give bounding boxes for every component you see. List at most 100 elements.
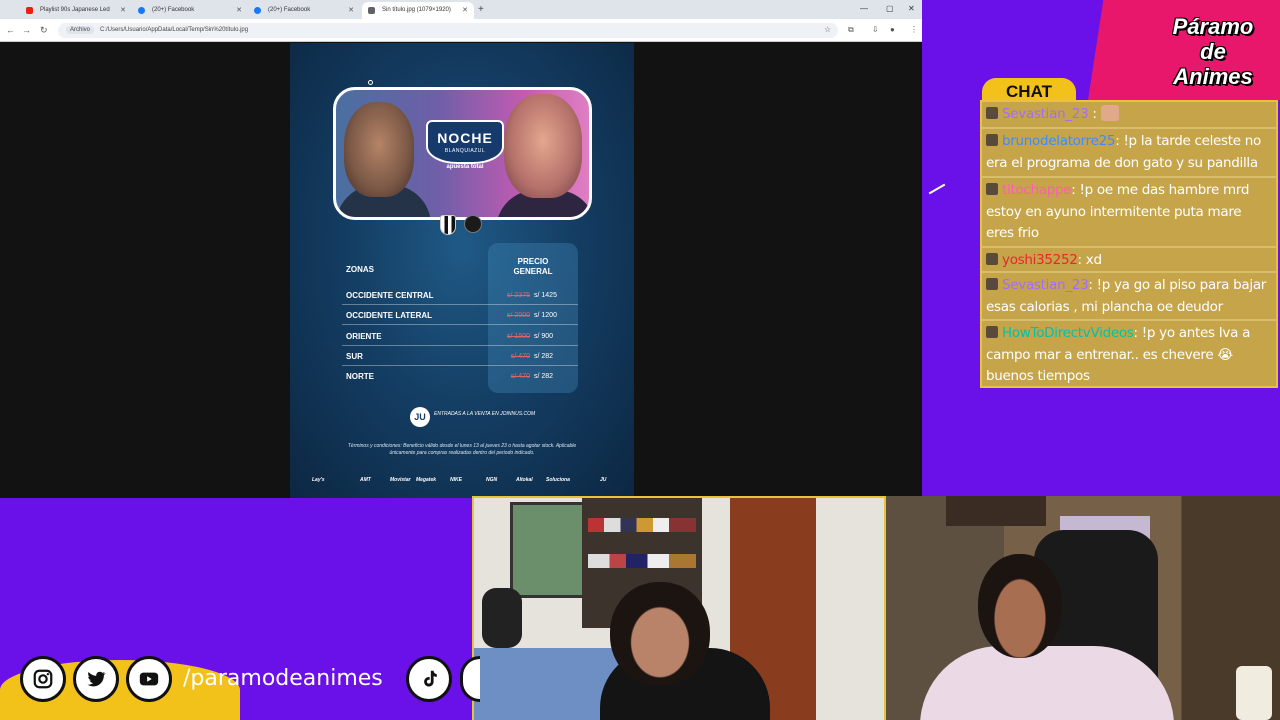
minimize-icon[interactable]: — <box>860 4 868 13</box>
close-tab-icon[interactable]: ✕ <box>462 6 468 14</box>
tab-bar: Playlist 90s Japanese Led ✕ (20+) Facebo… <box>0 0 922 19</box>
zone-name: ORIENTE <box>346 332 382 341</box>
address-bar: ← → ↻ Archivo C:/Users/Usuario/AppData/Lo… <box>0 19 922 42</box>
youtube-icon[interactable] <box>126 656 172 702</box>
tab-label: (20+) Facebook <box>268 7 311 13</box>
new-price: s/ 1200 <box>534 312 557 319</box>
team-crest-icon <box>440 215 456 235</box>
poster-banner: NOCHE BLANQUIAZUL apuesta total <box>333 87 592 220</box>
reload-icon[interactable]: ↻ <box>40 25 48 36</box>
download-icon[interactable]: ⇩ <box>872 25 879 34</box>
new-price: s/ 900 <box>534 333 554 340</box>
event-logo: NOCHE BLANQUIAZUL apuesta total <box>426 120 504 184</box>
logo-line: Páramo <box>1172 14 1254 39</box>
tab-label: Sin título.jpg (1079×1920) <box>382 7 451 13</box>
chat-panel: Sevastian_23 : brunodelatorre25: !p la t… <box>980 100 1278 388</box>
old-price: s/ 2375 <box>507 292 530 299</box>
player-left-photo <box>344 102 414 197</box>
youtube-favicon-icon <box>26 7 33 14</box>
tab-facebook-1[interactable]: (20+) Facebook ✕ <box>132 2 248 19</box>
old-price: s/ 470 <box>510 353 530 360</box>
chat-username: Sevastian_23 <box>1002 277 1089 293</box>
event-title: NOCHE <box>437 130 493 146</box>
tab-image[interactable]: Sin título.jpg (1079×1920) ✕ <box>362 2 474 19</box>
cup <box>1236 666 1272 720</box>
new-price: s/ 282 <box>534 373 554 380</box>
extra-social-icon[interactable] <box>460 656 480 702</box>
sponsor-logo: AMT <box>360 477 371 483</box>
tab-youtube[interactable]: Playlist 90s Japanese Led ✕ <box>20 2 132 19</box>
price-row: OCCIDENTE CENTRAL s/ 2375 s/ 1425 <box>342 285 578 305</box>
sponsor-logo: JU <box>600 477 607 483</box>
close-tab-icon[interactable]: ✕ <box>236 6 242 14</box>
new-price: s/ 1425 <box>534 292 557 299</box>
streamer-body <box>920 646 1174 720</box>
twitter-icon[interactable] <box>73 656 119 702</box>
streamer-head <box>610 582 710 686</box>
chat-username: yoshi35252 <box>1002 252 1078 268</box>
new-price: s/ 282 <box>534 353 554 360</box>
sale-text: ENTRADAS A LA VENTA EN JOINNUS.COM <box>434 411 536 417</box>
header-price: PRECIO GENERAL <box>513 257 553 276</box>
tab-facebook-2[interactable]: (20+) Facebook ✕ <box>248 2 360 19</box>
old-price: s/ 1500 <box>507 333 530 340</box>
price-row: NORTE s/ 470 s/ 282 <box>342 366 578 386</box>
chat-text: : <box>1088 106 1101 122</box>
profile-icon[interactable]: ● <box>890 25 895 34</box>
joinnus-logo: JU <box>410 407 430 427</box>
tiktok-icon[interactable] <box>406 656 452 702</box>
sponsor-logo: NIKE <box>450 477 462 483</box>
backpack <box>482 588 522 648</box>
chat-message: brunodelatorre25: !p la tarde celeste no… <box>982 127 1276 176</box>
zone-name: NORTE <box>346 372 374 381</box>
zone-name: OCCIDENTE CENTRAL <box>346 291 434 300</box>
decorative-line <box>928 183 946 195</box>
file-chip: Archivo <box>66 26 95 34</box>
instagram-icon[interactable] <box>20 656 66 702</box>
chat-text: : xd <box>1077 252 1103 268</box>
user-badge-icon <box>986 134 998 146</box>
chat-message: HowToDirectvVideos: !p yo antes Iva a ca… <box>982 319 1276 386</box>
close-tab-icon[interactable]: ✕ <box>348 6 354 14</box>
logo-line: de <box>1200 39 1226 64</box>
zone-name: OCCIDENTE LATERAL <box>346 311 433 320</box>
facebook-favicon-icon <box>254 7 261 14</box>
books <box>588 518 696 532</box>
terms-text: Términos y condiciones: Beneficio válido… <box>347 443 577 456</box>
url-text: C:/Users/Usuario/AppData/Local/Temp/Sin%… <box>100 27 249 33</box>
window-bars <box>510 502 590 598</box>
sponsor-logo: Movistar <box>390 477 411 483</box>
chat-username: HowToDirectvVideos <box>1002 325 1134 341</box>
chat-username: Sevastian_23 <box>1002 106 1089 122</box>
chat-message: Sevastian_23 : <box>982 102 1276 127</box>
sponsor-tag: apuesta total <box>446 164 484 170</box>
extensions-icon[interactable]: ⧉ <box>848 25 854 35</box>
tab-label: (20+) Facebook <box>152 7 195 13</box>
back-icon[interactable]: ← <box>6 25 15 35</box>
player-right-photo <box>504 94 582 198</box>
maximize-icon[interactable]: ▢ <box>886 4 894 13</box>
header-zones: ZONAS <box>346 265 374 274</box>
chat-message: yoshi35252: xd <box>982 246 1276 271</box>
zone-name: SUR <box>346 352 363 361</box>
books <box>588 554 696 568</box>
close-window-icon[interactable]: ✕ <box>908 4 915 13</box>
close-tab-icon[interactable]: ✕ <box>120 6 126 14</box>
sponsor-logo: Altokal <box>516 477 533 483</box>
chat-message: titochappe: !p oe me das hambre mrd esto… <box>982 176 1276 246</box>
chat-message: Sevastian_23: !p ya go al piso para baja… <box>982 271 1276 319</box>
bookmark-star-icon[interactable]: ☆ <box>824 25 831 34</box>
webcam-right <box>886 496 1280 720</box>
emote-icon <box>1100 105 1119 121</box>
url-input[interactable]: Archivo C:/Users/Usuario/AppData/Local/Te… <box>58 23 838 38</box>
image-favicon-icon <box>368 7 375 14</box>
menu-icon[interactable]: ⋮ <box>910 25 918 34</box>
old-price: s/ 2000 <box>507 312 530 319</box>
logo-line: Animes <box>1173 64 1253 89</box>
webcam-left <box>472 496 886 720</box>
sponsor-logo: NGN <box>486 477 498 483</box>
forward-icon[interactable]: → <box>22 25 31 35</box>
user-badge-icon <box>986 278 998 290</box>
event-subtitle: BLANQUIAZUL <box>444 148 486 154</box>
new-tab-button[interactable]: + <box>478 4 484 15</box>
